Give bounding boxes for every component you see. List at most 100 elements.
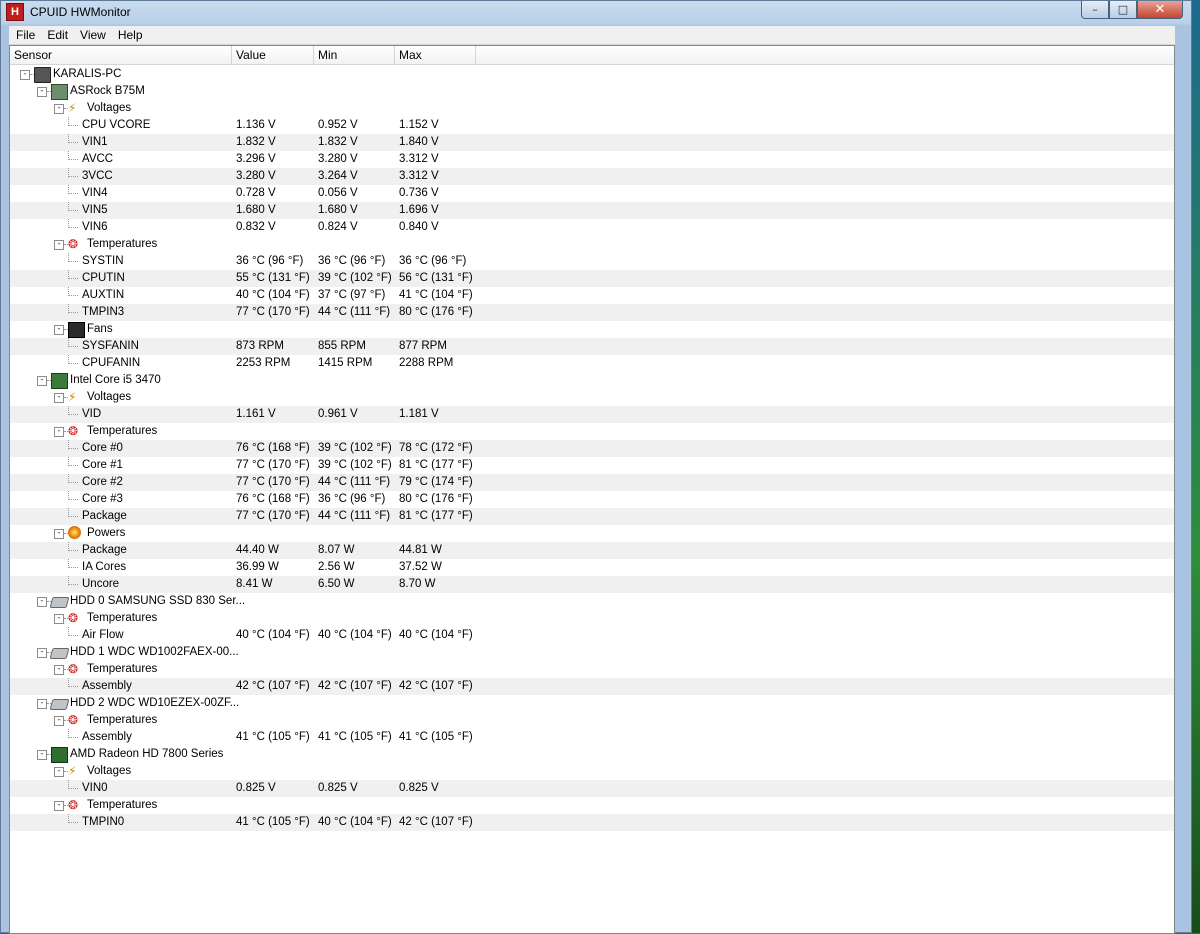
row-background <box>10 270 1174 287</box>
column-max[interactable]: Max <box>395 46 476 64</box>
sensor-label: VIN5 <box>82 204 108 216</box>
tree-node-row[interactable]: - KARALIS-PC <box>10 66 1174 83</box>
hard-drive-icon <box>49 699 70 710</box>
tree-node-row[interactable]: - Intel Core i5 3470 <box>10 372 1174 389</box>
column-sensor[interactable]: Sensor <box>10 46 232 64</box>
collapse-toggle[interactable]: - <box>37 376 47 386</box>
sensor-row[interactable]: SYSTIN 36 °C (96 °F) 36 °C (96 °F) 36 °C (9… <box>10 253 1174 270</box>
collapse-toggle[interactable]: - <box>54 427 64 437</box>
collapse-toggle[interactable]: - <box>54 767 64 777</box>
sensor-row[interactable]: VID 1.161 V 0.961 V 1.181 V <box>10 406 1174 423</box>
menu-edit[interactable]: Edit <box>42 28 73 42</box>
column-value[interactable]: Value <box>232 46 314 64</box>
sensor-min: 40 °C (104 °F) <box>318 816 392 828</box>
sensor-row[interactable]: AUXTIN 40 °C (104 °F) 37 °C (97 °F) 41 °C (… <box>10 287 1174 304</box>
tree-node-row[interactable]: - AMD Radeon HD 7800 Series <box>10 746 1174 763</box>
tree-connector <box>68 584 78 585</box>
tree-node-row[interactable]: - ⚡ Voltages <box>10 100 1174 117</box>
maximize-button[interactable]: □ <box>1109 1 1137 19</box>
title-bar[interactable]: H CPUID HWMonitor – □ ✕ <box>1 1 1191 23</box>
tree-connector <box>68 737 78 738</box>
menu-file[interactable]: File <box>11 28 40 42</box>
tree-node-row[interactable]: - ❂ Temperatures <box>10 712 1174 729</box>
tree-node-row[interactable]: - HDD 1 WDC WD1002FAEX-00... <box>10 644 1174 661</box>
close-button[interactable]: ✕ <box>1137 1 1183 19</box>
sensor-row[interactable]: Uncore 8.41 W 6.50 W 8.70 W <box>10 576 1174 593</box>
collapse-toggle[interactable]: - <box>54 529 64 539</box>
collapse-toggle[interactable]: - <box>37 87 47 97</box>
sensor-row[interactable]: Air Flow 40 °C (104 °F) 40 °C (104 °F) 40 °… <box>10 627 1174 644</box>
collapse-toggle[interactable]: - <box>20 70 30 80</box>
tree-node-row[interactable]: - ❂ Temperatures <box>10 236 1174 253</box>
sensor-row[interactable]: Core #0 76 °C (168 °F) 39 °C (102 °F) 78 °C… <box>10 440 1174 457</box>
tree-connector <box>68 499 78 500</box>
tree-connector <box>68 635 78 636</box>
sensor-row[interactable]: VIN4 0.728 V 0.056 V 0.736 V <box>10 185 1174 202</box>
row-background <box>10 389 1174 406</box>
tree-node-row[interactable]: - ❂ Temperatures <box>10 661 1174 678</box>
collapse-toggle[interactable]: - <box>37 699 47 709</box>
sensor-row[interactable]: VIN0 0.825 V 0.825 V 0.825 V <box>10 780 1174 797</box>
tree-node-row[interactable]: - Fans <box>10 321 1174 338</box>
collapse-toggle[interactable]: - <box>37 597 47 607</box>
collapse-toggle[interactable]: - <box>54 614 64 624</box>
menu-view[interactable]: View <box>75 28 111 42</box>
tree-node-row[interactable]: - HDD 2 WDC WD10EZEX-00ZF... <box>10 695 1174 712</box>
menu-help[interactable]: Help <box>113 28 148 42</box>
tree-node-row[interactable]: - HDD 0 SAMSUNG SSD 830 Ser... <box>10 593 1174 610</box>
sensor-row[interactable]: TMPIN0 41 °C (105 °F) 40 °C (104 °F) 42 °C … <box>10 814 1174 831</box>
collapse-toggle[interactable]: - <box>54 716 64 726</box>
motherboard-icon <box>51 84 68 100</box>
sensor-value: 55 °C (131 °F) <box>236 272 310 284</box>
collapse-toggle[interactable]: - <box>54 801 64 811</box>
sensor-row[interactable]: Assembly 41 °C (105 °F) 41 °C (105 °F) 41 °… <box>10 729 1174 746</box>
sensor-row[interactable]: CPUFANIN 2253 RPM 1415 RPM 2288 RPM <box>10 355 1174 372</box>
column-min[interactable]: Min <box>314 46 395 64</box>
sensor-row[interactable]: 3VCC 3.280 V 3.264 V 3.312 V <box>10 168 1174 185</box>
collapse-toggle[interactable]: - <box>54 104 64 114</box>
sensor-max: 1.181 V <box>399 408 439 420</box>
tree-node-row[interactable]: - ❂ Temperatures <box>10 797 1174 814</box>
sensor-row[interactable]: Package 77 °C (170 °F) 44 °C (111 °F) 81 °C… <box>10 508 1174 525</box>
sensor-row[interactable]: TMPIN3 77 °C (170 °F) 44 °C (111 °F) 80 °C … <box>10 304 1174 321</box>
sensor-value: 77 °C (170 °F) <box>236 510 310 522</box>
sensor-value: 77 °C (170 °F) <box>236 476 310 488</box>
sensor-row[interactable]: CPUTIN 55 °C (131 °F) 39 °C (102 °F) 56 °C … <box>10 270 1174 287</box>
sensor-row[interactable]: AVCC 3.296 V 3.280 V 3.312 V <box>10 151 1174 168</box>
tree-node-row[interactable]: - ❂ Temperatures <box>10 610 1174 627</box>
minimize-button[interactable]: – <box>1081 1 1109 19</box>
collapse-toggle[interactable]: - <box>54 393 64 403</box>
collapse-toggle[interactable]: - <box>54 240 64 250</box>
sensor-row[interactable]: VIN1 1.832 V 1.832 V 1.840 V <box>10 134 1174 151</box>
tree-connector <box>68 159 78 160</box>
collapse-toggle[interactable]: - <box>54 325 64 335</box>
sensor-row[interactable]: Core #1 77 °C (170 °F) 39 °C (102 °F) 81 °C… <box>10 457 1174 474</box>
tree-node-row[interactable]: - Powers <box>10 525 1174 542</box>
tree-node-row[interactable]: - ⚡ Voltages <box>10 763 1174 780</box>
sensor-label: CPUFANIN <box>82 357 141 369</box>
tree-node-row[interactable]: - ⚡ Voltages <box>10 389 1174 406</box>
sensor-tree-view[interactable]: Sensor Value Min Max - KARALIS-PC - ASRock … <box>9 45 1175 934</box>
tree-node-row[interactable]: - ASRock B75M <box>10 83 1174 100</box>
tree-node-label: AMD Radeon HD 7800 Series <box>70 748 224 760</box>
tree-node-row[interactable]: - ❂ Temperatures <box>10 423 1174 440</box>
sensor-row[interactable]: Core #2 77 °C (170 °F) 44 °C (111 °F) 79 °C… <box>10 474 1174 491</box>
sensor-row[interactable]: Core #3 76 °C (168 °F) 36 °C (96 °F) 80 °C … <box>10 491 1174 508</box>
sensor-row[interactable]: Package 44.40 W 8.07 W 44.81 W <box>10 542 1174 559</box>
row-background <box>10 508 1174 525</box>
collapse-toggle[interactable]: - <box>37 648 47 658</box>
collapse-toggle[interactable]: - <box>37 750 47 760</box>
tree-node-label: ASRock B75M <box>70 85 145 97</box>
sensor-row[interactable]: Assembly 42 °C (107 °F) 42 °C (107 °F) 42 °… <box>10 678 1174 695</box>
sensor-max: 41 °C (104 °F) <box>399 289 473 301</box>
collapse-toggle[interactable]: - <box>54 665 64 675</box>
sensor-max: 3.312 V <box>399 170 439 182</box>
row-background <box>10 491 1174 508</box>
sensor-row[interactable]: VIN6 0.832 V 0.824 V 0.840 V <box>10 219 1174 236</box>
sensor-row[interactable]: VIN5 1.680 V 1.680 V 1.696 V <box>10 202 1174 219</box>
sensor-row[interactable]: CPU VCORE 1.136 V 0.952 V 1.152 V <box>10 117 1174 134</box>
sensor-row[interactable]: SYSFANIN 873 RPM 855 RPM 877 RPM <box>10 338 1174 355</box>
sensor-value: 36 °C (96 °F) <box>236 255 304 267</box>
sensor-row[interactable]: IA Cores 36.99 W 2.56 W 37.52 W <box>10 559 1174 576</box>
sensor-max: 0.736 V <box>399 187 439 199</box>
